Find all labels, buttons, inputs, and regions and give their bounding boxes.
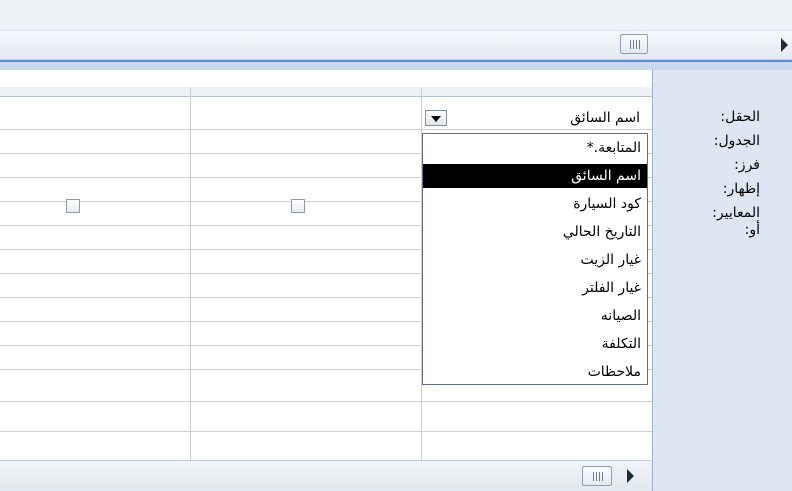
- dropdown-item[interactable]: التكلفة: [423, 332, 647, 356]
- bottom-scrollbar-thumb[interactable]: [582, 466, 612, 486]
- column-header[interactable]: [191, 87, 421, 97]
- row-divider: [0, 431, 652, 432]
- dropdown-item[interactable]: التاريخ الحالي: [423, 220, 647, 244]
- grip-line: [593, 472, 594, 481]
- row-divider: [0, 129, 652, 130]
- criteria-label: المعايير:: [712, 205, 760, 221]
- dropdown-item[interactable]: الصيانه: [423, 304, 647, 328]
- dropdown-item[interactable]: غيار الفلتر: [423, 276, 647, 300]
- row-divider: [0, 401, 652, 402]
- sort-label: فرز:: [734, 157, 760, 173]
- show-label: إظهار:: [722, 181, 760, 197]
- dropdown-item[interactable]: غيار الزيت: [423, 248, 647, 272]
- or-label: أو:: [744, 222, 760, 238]
- dropdown-item[interactable]: المتابعة.*: [423, 136, 647, 160]
- field-label: الحقل:: [720, 109, 760, 125]
- pane-separator: [0, 60, 792, 70]
- row-labels-pane: الحقل: الجدول: فرز: إظهار: المعايير: أو:: [652, 70, 792, 491]
- grip-line: [639, 40, 640, 49]
- grip-line: [630, 40, 631, 49]
- scroll-right-arrow-icon[interactable]: [781, 38, 788, 52]
- top-horizontal-scrollbar[interactable]: [0, 30, 792, 60]
- column-header[interactable]: [0, 87, 190, 97]
- dropdown-item-selected[interactable]: اسم السائق: [423, 164, 647, 188]
- grip-line: [636, 40, 637, 49]
- bottom-horizontal-scrollbar[interactable]: [0, 460, 652, 491]
- grip-line: [602, 472, 603, 481]
- grip-line: [596, 472, 597, 481]
- dropdown-item[interactable]: ملاحظات: [423, 360, 647, 384]
- top-scrollbar-thumb[interactable]: [620, 34, 648, 54]
- chevron-down-icon: [431, 116, 441, 122]
- grip-line: [633, 40, 634, 49]
- field-combobox-value[interactable]: اسم السائق: [470, 108, 640, 128]
- show-checkbox[interactable]: [291, 199, 305, 213]
- dropdown-item[interactable]: كود السيارة: [423, 192, 647, 216]
- table-label: الجدول:: [713, 133, 760, 149]
- show-checkbox[interactable]: [66, 199, 80, 213]
- column-header[interactable]: [422, 87, 652, 97]
- scroll-right-arrow-icon[interactable]: [627, 469, 634, 483]
- top-strip: [0, 0, 792, 30]
- grip-line: [599, 472, 600, 481]
- field-dropdown-list[interactable]: المتابعة.* اسم السائق كود السيارة التاري…: [422, 133, 648, 385]
